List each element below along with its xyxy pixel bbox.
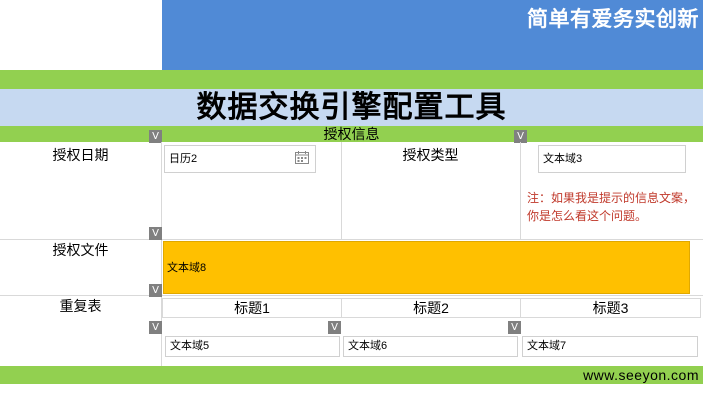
repeat-cell-1-value: 文本域5 <box>170 340 210 352</box>
auth-type-label: 授权类型 <box>402 147 459 163</box>
auth-type-field[interactable]: 文本域3 <box>538 145 686 173</box>
collapse-toggle-button[interactable]: V <box>508 321 521 334</box>
column-header-3: 标题3 <box>520 298 701 318</box>
section-title: 授权信息 <box>323 126 380 142</box>
repeat-cell-2[interactable]: 文本域6 <box>343 336 518 357</box>
collapse-toggle-button[interactable]: V <box>328 321 341 334</box>
header-banner: 简单有爱务实创新 <box>162 0 703 70</box>
page-title: 数据交换引擎配置工具 <box>196 91 507 124</box>
column-header-2: 标题2 <box>341 298 521 318</box>
auth-date-value: 日历2 <box>169 153 198 165</box>
hint-note: 注：如果我是提示的信息文案，你是怎么看这个问题。 <box>527 191 696 223</box>
grid-line <box>0 295 703 296</box>
grid-line <box>520 142 521 239</box>
repeat-cell-3[interactable]: 文本域7 <box>522 336 698 357</box>
repeat-cell-3-value: 文本域7 <box>527 340 567 352</box>
auth-date-label: 授权日期 <box>52 147 109 163</box>
repeat-table-label: 重复表 <box>59 298 102 314</box>
calendar-icon[interactable] <box>295 151 309 167</box>
auth-date-field[interactable]: 日历2 <box>164 145 316 173</box>
collapse-toggle-button[interactable]: V <box>149 321 162 334</box>
header-left-blank <box>0 0 162 70</box>
footer-url[interactable]: www.seeyon.com <box>583 366 699 384</box>
grid-line <box>0 239 703 240</box>
auth-file-value: 文本域8 <box>167 262 207 274</box>
column-header-1: 标题1 <box>162 298 342 318</box>
repeat-cell-1[interactable]: 文本域5 <box>165 336 340 357</box>
auth-file-label: 授权文件 <box>52 242 109 258</box>
auth-type-value: 文本域3 <box>543 153 583 165</box>
auth-file-field[interactable]: 文本域8 <box>163 241 690 294</box>
slogan-text: 简单有爱务实创新 <box>527 8 699 31</box>
green-band-top <box>0 70 703 89</box>
repeat-cell-2-value: 文本域6 <box>348 340 388 352</box>
collapse-toggle-button[interactable]: V <box>149 284 162 297</box>
collapse-toggle-button[interactable]: V <box>149 227 162 240</box>
